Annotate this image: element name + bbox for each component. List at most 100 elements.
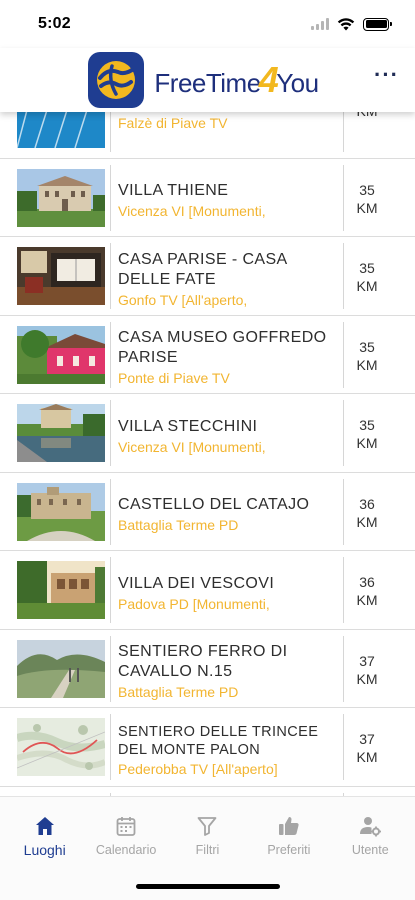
- status-time: 5:02: [38, 15, 71, 32]
- distance-unit: KM: [356, 592, 378, 608]
- place-title: VILLA DEI VESCOVI: [118, 574, 275, 592]
- places-list-content: Falzè di Piave TV KM VILLA THIENE Vicenza V…: [0, 112, 415, 796]
- divider: [343, 243, 344, 309]
- brand-name-part2: You: [276, 67, 319, 98]
- distance-unit: KM: [356, 670, 378, 687]
- divider: [110, 112, 111, 152]
- place-info: SENTIERO FERRO DI CAVALLO N.15 Battaglia …: [118, 642, 340, 702]
- place-distance: 36 KM: [347, 495, 387, 531]
- distance-unit: KM: [356, 199, 378, 216]
- place-list-item[interactable]: VILLA THIENE Vicenza VI [Monumenti, 35 KM: [0, 159, 415, 237]
- place-subtitle: Falzè di Piave TV: [118, 114, 228, 131]
- thumbs-up-icon: [277, 814, 301, 838]
- place-list-item[interactable]: SENTIERO DELLE TRINCEE DEL MONTE PALON Pe…: [0, 708, 415, 787]
- place-title: CASA MUSEO GOFFREDO PARISE: [118, 329, 327, 366]
- places-list[interactable]: Falzè di Piave TV KM VILLA THIENE Vicenza V…: [0, 112, 415, 796]
- tab-utente[interactable]: Utente: [330, 797, 410, 900]
- place-title: CASTELLO DEL CATAJO: [118, 496, 310, 513]
- place-subtitle: Gonfo TV [All'aperto,: [118, 291, 248, 308]
- place-thumbnail: [17, 168, 105, 227]
- place-thumbnail: [17, 325, 105, 384]
- place-info: CASA PARISE - CASA DELLE FATE Gonfo TV [A…: [118, 249, 340, 309]
- place-distance: 35 KM: [347, 338, 387, 374]
- place-thumbnail: [17, 247, 105, 305]
- home-icon: [33, 814, 57, 838]
- place-title: CASA PARISE - CASA DELLE FATE: [118, 250, 287, 288]
- distance-value: 35: [359, 338, 375, 355]
- place-subtitle: Padova PD [Monumenti,: [118, 595, 270, 612]
- place-info: Falzè di Piave TV: [118, 112, 340, 152]
- place-list-item[interactable]: CASA MUSEO GOFFREDO PARISE Ponte di Piave…: [0, 316, 415, 394]
- place-distance: 35 KM: [347, 181, 387, 217]
- divider: [343, 321, 344, 388]
- divider: [110, 164, 111, 231]
- place-list-item[interactable]: SENTIERO FERRO DI CAVALLO N.15 Battaglia …: [0, 630, 415, 708]
- place-subtitle: Battaglia Terme PD: [118, 517, 239, 533]
- place-list-item[interactable]: CASTELLO DEL CATAJO Battaglia Terme PD 36 K…: [0, 473, 415, 551]
- divider: [343, 635, 344, 702]
- place-list-item[interactable]: VILLA DEI VESCOVI Padova PD [Monumenti, 36…: [0, 551, 415, 630]
- place-list-item[interactable]: ALTA VIA DEI COLLI: [0, 787, 415, 796]
- place-title: SENTIERO DELLE TRINCEE DEL MONTE PALON: [118, 723, 319, 758]
- distance-value: 35: [359, 260, 375, 276]
- place-distance: 35 KM: [347, 416, 387, 452]
- place-info: CASA MUSEO GOFFREDO PARISE Ponte di Piave…: [118, 328, 340, 388]
- divider: [110, 400, 111, 466]
- place-distance: 35 KM: [347, 259, 387, 295]
- divider: [343, 400, 344, 466]
- distance-value: 36: [359, 574, 375, 590]
- place-distance: 37 KM: [347, 730, 387, 766]
- place-distance: 37 KM: [347, 652, 387, 688]
- place-title: VILLA THIENE: [118, 182, 229, 199]
- divider: [343, 478, 344, 545]
- distance-value: 36: [359, 495, 375, 512]
- battery-icon: [363, 17, 392, 31]
- more-options-button[interactable]: ···: [374, 64, 399, 86]
- place-info: VILLA STECCHINI Vicenza VI [Monumenti,: [118, 406, 340, 466]
- divider: [110, 714, 111, 780]
- wifi-icon: [337, 18, 355, 31]
- distance-value: 35: [359, 417, 375, 433]
- tab-label: Luoghi: [23, 842, 66, 858]
- tab-luoghi[interactable]: Luoghi: [5, 797, 85, 900]
- divider: [343, 714, 344, 780]
- place-subtitle: Pederobba TV [All'aperto]: [118, 760, 278, 777]
- place-list-item[interactable]: VILLA STECCHINI Vicenza VI [Monumenti, 35 K…: [0, 394, 415, 473]
- place-distance: 36 KM: [347, 573, 387, 609]
- place-list-item[interactable]: Falzè di Piave TV KM: [0, 112, 415, 159]
- place-subtitle: Vicenza VI [Monumenti,: [118, 438, 266, 455]
- distance-unit: KM: [356, 749, 378, 765]
- place-info: VILLA DEI VESCOVI Padova PD [Monumenti,: [118, 563, 340, 623]
- brand-name-part1: FreeTime: [154, 67, 261, 98]
- app-header: FreeTime 4 You ···: [0, 48, 415, 112]
- place-subtitle: Ponte di Piave TV: [118, 370, 230, 386]
- place-thumbnail: [17, 404, 105, 462]
- app-screen: 5:02 FreeTime 4 You ··· Falzè di Piave T…: [0, 0, 415, 900]
- filter-icon: [195, 814, 219, 838]
- place-thumbnail: [17, 561, 105, 619]
- place-info: CASTELLO DEL CATAJO Battaglia Terme PD: [118, 485, 340, 545]
- divider: [343, 164, 344, 231]
- distance-value: 37: [359, 731, 375, 747]
- place-thumbnail: [17, 482, 105, 541]
- place-info: VILLA THIENE Vicenza VI [Monumenti,: [118, 171, 340, 231]
- divider: [110, 243, 111, 309]
- place-title: VILLA STECCHINI: [118, 417, 258, 435]
- distance-unit: KM: [356, 435, 378, 451]
- place-info: SENTIERO DELLE TRINCEE DEL MONTE PALON Pe…: [118, 720, 340, 780]
- brand-name: FreeTime 4 You: [154, 61, 319, 99]
- distance-unit: KM: [356, 356, 378, 373]
- divider: [343, 557, 344, 623]
- divider: [110, 478, 111, 545]
- tab-label: Calendario: [95, 843, 157, 857]
- calendar-icon: [114, 814, 138, 838]
- brand-logo: FreeTime 4 You: [88, 52, 319, 108]
- place-list-item[interactable]: CASA PARISE - CASA DELLE FATE Gonfo TV [A…: [0, 237, 415, 316]
- status-icons: [311, 17, 392, 31]
- distance-unit: KM: [356, 278, 378, 294]
- home-indicator: [136, 884, 280, 889]
- place-subtitle: Battaglia Terme PD: [118, 684, 239, 700]
- place-subtitle: Vicenza VI [Monumenti,: [118, 203, 266, 219]
- distance-value: 37: [359, 652, 375, 669]
- status-bar: 5:02: [0, 0, 415, 48]
